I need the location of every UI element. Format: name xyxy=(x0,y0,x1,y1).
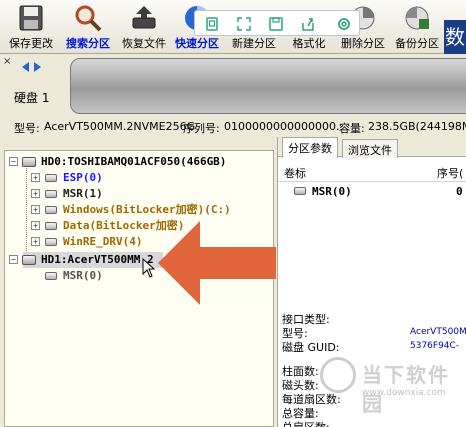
brand-logo: 数 xyxy=(444,20,466,54)
partition-icon xyxy=(45,222,57,230)
settings-icon[interactable] xyxy=(335,15,353,33)
row-volume: MSR(0) xyxy=(312,185,352,198)
annotation-arrow xyxy=(158,221,276,305)
collapse-icon[interactable]: − xyxy=(9,157,18,166)
disk-guid-value: 5376F94C- xyxy=(410,341,460,351)
tab-browse-files[interactable]: 浏览文件 xyxy=(342,139,398,158)
partition-icon xyxy=(45,206,57,214)
interface-type-label: 接口类型: xyxy=(282,313,330,326)
capacity-label: 容量: xyxy=(339,122,365,135)
table-row[interactable]: MSR(0) 0 xyxy=(278,183,466,201)
serial-value: 0100000000000000. xyxy=(224,120,340,133)
partition-icon xyxy=(45,174,57,182)
backup-partition-button[interactable]: 备份分区 xyxy=(390,0,444,54)
main-toolbar: 保存更改 搜索分区 恢复文件 快速分区 新建分区 格式化 删除分区 备份分区 数 xyxy=(0,0,466,54)
share-icon[interactable] xyxy=(299,15,317,33)
disk-info-line: 型号: AcerVT500MM.2NVME256G 序列号: 010000000… xyxy=(0,117,466,137)
detail-model-label: 型号: xyxy=(282,327,308,340)
expand-icon[interactable]: + xyxy=(31,237,40,246)
partition-icon xyxy=(45,272,57,280)
disk-map-strip: × 硬盘 1 xyxy=(0,55,466,117)
watermark: 当下软件园 www.downxia.com xyxy=(320,357,466,427)
disk-label: 硬盘 1 xyxy=(14,91,50,105)
next-disk-icon[interactable] xyxy=(34,62,41,72)
restore-files-button[interactable]: 恢复文件 xyxy=(116,0,172,54)
close-icon[interactable]: × xyxy=(3,56,11,67)
disk-partition-bar[interactable] xyxy=(70,58,466,114)
restore-file-icon xyxy=(132,6,156,29)
partition-icon xyxy=(45,238,57,246)
expand-icon[interactable]: + xyxy=(31,221,40,230)
mouse-cursor-icon xyxy=(142,258,156,278)
column-index[interactable]: 序号( xyxy=(437,165,463,181)
hard-disk-icon xyxy=(22,157,36,167)
partition-icon xyxy=(294,187,306,195)
hard-disk-icon xyxy=(22,255,36,265)
expand-icon[interactable]: + xyxy=(31,189,40,198)
partition-icon xyxy=(45,190,57,198)
column-volume-label[interactable]: 卷标 xyxy=(284,165,306,181)
fullscreen-icon[interactable] xyxy=(235,15,253,33)
backup-partition-icon xyxy=(405,6,429,30)
grid-header: 卷标 序号( xyxy=(278,162,466,182)
search-partition-button[interactable]: 搜索分区 xyxy=(61,0,115,54)
disk-guid-label: 磁盘 GUID: xyxy=(282,341,340,354)
total-capacity-label: 总容量: xyxy=(282,407,319,420)
save-changes-button[interactable]: 保存更改 xyxy=(2,0,60,54)
watermark-logo-icon xyxy=(320,357,356,393)
screen-icon[interactable] xyxy=(203,15,221,33)
detail-model-value: AcerVT500M xyxy=(410,327,466,337)
save-icon[interactable] xyxy=(267,15,285,33)
serial-label: 序列号: xyxy=(183,122,220,135)
save-disk-icon xyxy=(19,5,43,31)
model-label: 型号: xyxy=(14,122,40,135)
tree-connector xyxy=(26,166,27,261)
search-magnifier-icon xyxy=(75,5,102,32)
tab-partition-params[interactable]: 分区参数 xyxy=(282,137,338,158)
model-value: AcerVT500MM.2NVME256G xyxy=(44,120,196,133)
floating-screenshot-toolbar xyxy=(194,10,360,36)
expand-icon[interactable]: + xyxy=(31,173,40,182)
cylinders-label: 柱面数: xyxy=(282,365,319,378)
expand-icon[interactable]: + xyxy=(31,205,40,214)
tab-bar: 分区参数 浏览文件 xyxy=(278,137,466,158)
row-index: 0 xyxy=(456,185,463,198)
capacity-value: 238.5GB(244198MB) xyxy=(368,120,466,133)
collapse-icon[interactable]: − xyxy=(9,255,18,264)
previous-disk-icon[interactable] xyxy=(22,62,29,72)
heads-label: 磁头数: xyxy=(282,379,319,392)
